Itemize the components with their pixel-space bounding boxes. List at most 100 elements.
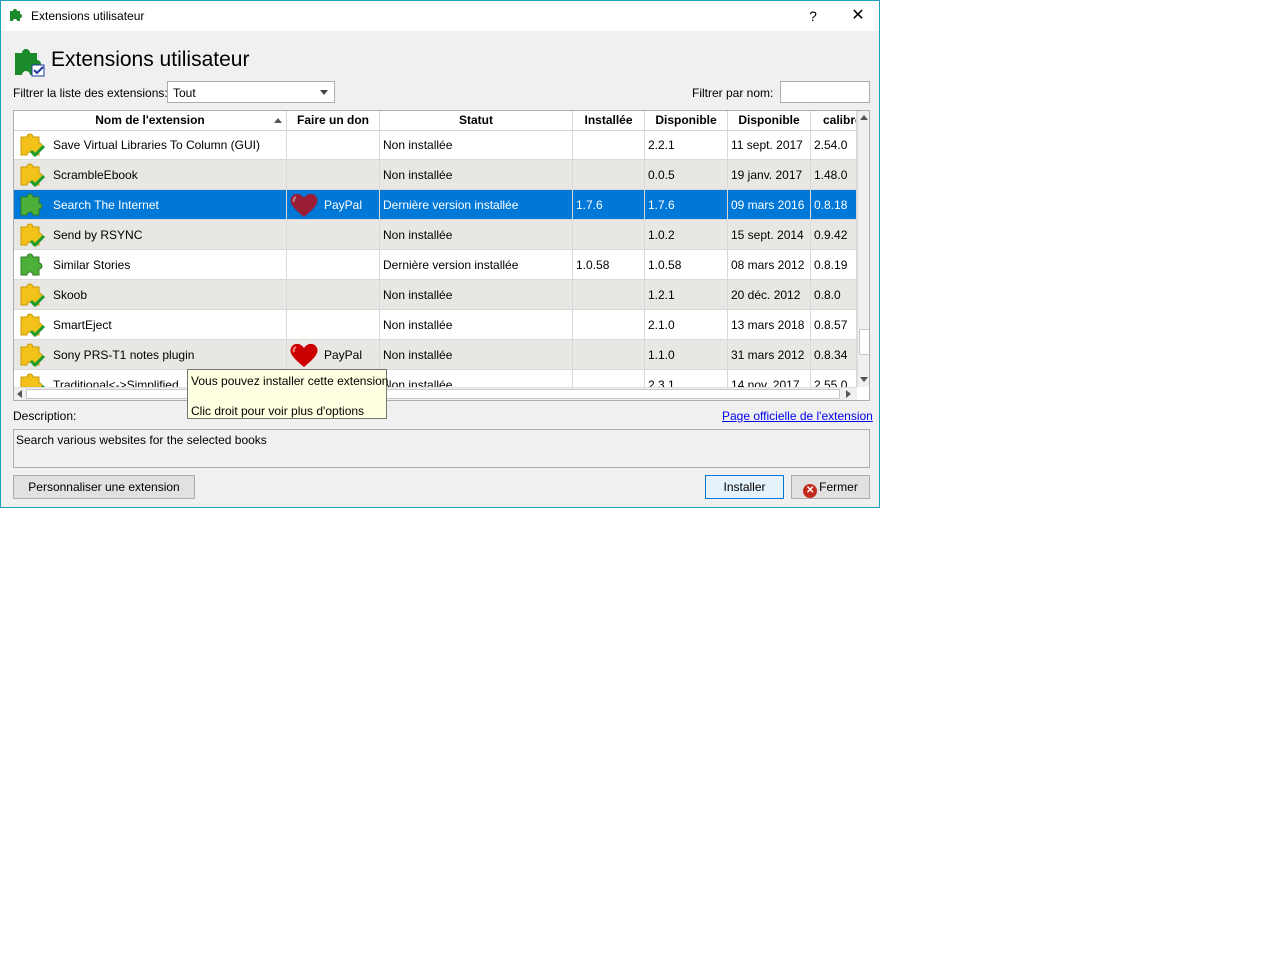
filter-list-value: Tout xyxy=(173,86,196,100)
close-button[interactable]: ✕ Fermer xyxy=(791,475,870,499)
paypal-label: PayPal xyxy=(324,198,363,212)
extension-name: Skoob xyxy=(14,280,287,310)
title-bar: Extensions utilisateur ? ✕ xyxy=(1,1,879,31)
plugin-available-icon xyxy=(18,221,48,249)
available-date-cell: 20 déc. 2012 xyxy=(728,280,811,310)
scroll-left-icon[interactable] xyxy=(17,390,22,398)
customize-plugin-button[interactable]: Personnaliser une extension xyxy=(13,475,195,499)
calibre-version-cell: 0.8.34 xyxy=(811,340,857,370)
plugin-available-icon xyxy=(18,131,48,159)
table-row[interactable]: Send by RSYNC Non installée 1.0.2 15 sept. … xyxy=(14,220,857,250)
plugin-available-icon xyxy=(18,341,48,369)
close-window-button[interactable]: ✕ xyxy=(846,6,870,26)
available-version-cell: 1.2.1 xyxy=(645,280,728,310)
extension-name-text: SmartEject xyxy=(53,318,112,332)
puzzle-icon xyxy=(10,9,22,21)
available-date-cell: 19 janv. 2017 xyxy=(728,160,811,190)
column-header-available-date[interactable]: Disponible xyxy=(728,111,811,130)
table-row[interactable]: SmartEject Non installée 2.1.0 13 mars 2018… xyxy=(14,310,857,340)
available-date-cell: 08 mars 2012 xyxy=(728,250,811,280)
heart-icon xyxy=(289,192,319,218)
plugin-installed-icon xyxy=(18,191,48,219)
extensions-table[interactable]: Nom de l'extension Faire un don Statut I… xyxy=(13,110,870,401)
calibre-version-cell: 0.9.42 xyxy=(811,220,857,250)
status-cell: Non installée xyxy=(380,310,573,340)
plugin-available-icon xyxy=(18,371,48,387)
table-row[interactable]: Save Virtual Libraries To Column (GUI) No… xyxy=(14,130,857,160)
installed-version-cell xyxy=(573,280,645,310)
column-header-available-version[interactable]: Disponible xyxy=(645,111,728,130)
installed-version-cell xyxy=(573,340,645,370)
extension-name: ScrambleEbook xyxy=(14,160,287,190)
plugin-icon xyxy=(15,49,45,77)
filter-name-label: Filtrer par nom: xyxy=(692,86,774,100)
extension-name-text: ScrambleEbook xyxy=(53,168,138,182)
donate-cell xyxy=(287,220,380,250)
installed-version-cell xyxy=(573,160,645,190)
plugin-homepage-link[interactable]: Page officielle de l'extension xyxy=(722,409,873,423)
status-cell: Non installée xyxy=(380,340,573,370)
table-row[interactable]: ScrambleEbook Non installée 0.0.5 19 janv. … xyxy=(14,160,857,190)
scroll-up-icon[interactable] xyxy=(860,115,868,120)
table-row[interactable]: Similar Stories Dernière version installé… xyxy=(14,250,857,280)
status-cell: Non installée xyxy=(380,220,573,250)
table-row[interactable]: Skoob Non installée 1.2.1 20 déc. 2012 0.8.0 xyxy=(14,280,857,310)
available-version-cell: 2.3.1 xyxy=(645,370,728,387)
heart-icon xyxy=(289,342,319,368)
install-button[interactable]: Installer xyxy=(705,475,784,499)
extension-name-text: Search The Internet xyxy=(53,198,159,212)
column-header-donate[interactable]: Faire un don xyxy=(287,111,380,130)
plugin-available-icon xyxy=(18,281,48,309)
vertical-scrollbar[interactable] xyxy=(857,111,869,387)
tooltip: Vous pouvez installer cette extension Cl… xyxy=(187,369,388,419)
available-version-cell: 0.0.5 xyxy=(645,160,728,190)
available-version-cell: 2.2.1 xyxy=(645,130,728,160)
column-header-status[interactable]: Statut xyxy=(380,111,573,130)
column-header-name[interactable]: Nom de l'extension xyxy=(14,111,287,130)
table-row[interactable]: Traditional<->Simplified Non installée 2.3… xyxy=(14,370,857,387)
table-body: Save Virtual Libraries To Column (GUI) No… xyxy=(14,130,857,387)
calibre-version-cell: 2.54.0 xyxy=(811,130,857,160)
filter-name-input[interactable] xyxy=(780,81,870,103)
description-label: Description: xyxy=(13,409,77,423)
extension-name-text: Save Virtual Libraries To Column (GUI) xyxy=(53,138,260,152)
extension-name-text: Sony PRS-T1 notes plugin xyxy=(53,348,195,362)
extension-name-text: Send by RSYNC xyxy=(53,228,143,242)
available-version-cell: 2.1.0 xyxy=(645,310,728,340)
paypal-label: PayPal xyxy=(324,348,363,362)
column-header-installed[interactable]: Installée xyxy=(573,111,645,130)
scrollbar-thumb[interactable] xyxy=(859,329,869,355)
extension-name-text: Skoob xyxy=(53,288,88,302)
scroll-right-icon[interactable] xyxy=(846,390,851,398)
scroll-down-icon[interactable] xyxy=(860,377,868,382)
table-header: Nom de l'extension Faire un don Statut I… xyxy=(14,111,857,131)
page-title: Extensions utilisateur xyxy=(51,48,250,71)
table-row[interactable]: Search The Internet PayPal Dernière versio… xyxy=(14,190,857,220)
donate-cell[interactable]: PayPal xyxy=(287,340,380,370)
calibre-version-cell: 0.8.19 xyxy=(811,250,857,280)
installed-version-cell xyxy=(573,220,645,250)
filter-list-label: Filtrer la liste des extensions: xyxy=(13,86,168,100)
available-version-cell: 1.1.0 xyxy=(645,340,728,370)
donate-cell xyxy=(287,250,380,280)
available-version-cell: 1.7.6 xyxy=(645,190,728,220)
help-button[interactable]: ? xyxy=(801,6,825,26)
extensions-dialog: Extensions utilisateur ? ✕ Extensions ut… xyxy=(0,0,880,508)
description-box: Search various websites for the selected… xyxy=(13,429,870,468)
installed-version-cell xyxy=(573,130,645,160)
horizontal-scrollbar[interactable] xyxy=(14,387,857,400)
column-header-calibre[interactable]: calibre xyxy=(811,111,857,130)
status-cell: Non installée xyxy=(380,160,573,190)
table-row[interactable]: Sony PRS-T1 notes plugin PayPal Non instal… xyxy=(14,340,857,370)
plugin-available-icon xyxy=(18,311,48,339)
extension-name-text: Traditional<->Simplified xyxy=(53,378,179,387)
available-date-cell: 09 mars 2016 xyxy=(728,190,811,220)
calibre-version-cell: 1.48.0 xyxy=(811,160,857,190)
close-icon: ✕ xyxy=(803,484,818,498)
filter-list-select[interactable]: Tout xyxy=(167,81,335,103)
calibre-version-cell: 0.8.0 xyxy=(811,280,857,310)
available-date-cell: 14 nov. 2017 xyxy=(728,370,811,387)
available-version-cell: 1.0.58 xyxy=(645,250,728,280)
scrollbar-thumb[interactable] xyxy=(26,389,840,399)
donate-cell[interactable]: PayPal xyxy=(287,190,380,220)
